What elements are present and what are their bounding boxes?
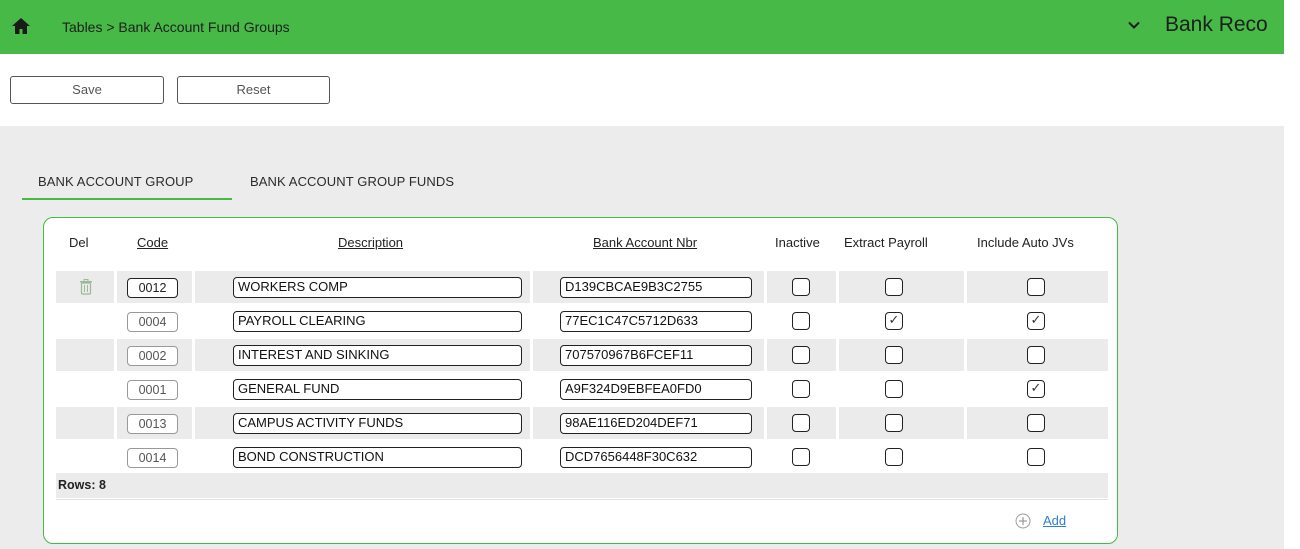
column-header-inactive: Inactive — [775, 235, 820, 250]
cell-divider — [836, 339, 839, 371]
code-field[interactable]: 0012 — [127, 278, 178, 298]
column-header-code[interactable]: Code — [137, 235, 168, 250]
toolbar: Save Reset — [0, 54, 1284, 126]
bank-account-nbr-field[interactable]: 98AE116ED204DEF71 — [560, 413, 752, 434]
column-header-include-auto-jvs: Include Auto JVs — [977, 235, 1074, 250]
cell-divider — [530, 271, 533, 303]
include-auto-jvs-checkbox[interactable]: ✓ — [1027, 312, 1045, 330]
code-field[interactable]: 0013 — [127, 414, 178, 434]
description-field[interactable]: GENERAL FUND — [233, 379, 522, 400]
include-auto-jvs-checkbox[interactable] — [1027, 448, 1045, 466]
bank-account-nbr-field[interactable]: A9F324D9EBFEA0FD0 — [560, 379, 752, 400]
cell-divider — [964, 339, 967, 371]
module-title[interactable]: Bank Reco — [1165, 13, 1284, 37]
reset-button[interactable]: Reset — [177, 76, 330, 104]
cell-divider — [764, 271, 767, 303]
code-field[interactable]: 0014 — [127, 448, 178, 468]
bank-account-nbr-field[interactable]: 77EC1C47C5712D633 — [560, 311, 752, 332]
cell-divider — [114, 339, 117, 371]
description-field[interactable]: WORKERS COMP — [233, 277, 522, 298]
extract-payroll-checkbox[interactable] — [885, 448, 903, 466]
include-auto-jvs-checkbox[interactable] — [1027, 414, 1045, 432]
cell-divider — [114, 271, 117, 303]
code-field[interactable]: 0001 — [127, 380, 178, 400]
chevron-down-icon[interactable] — [1127, 18, 1141, 32]
column-header-description[interactable]: Description — [338, 235, 403, 250]
code-field[interactable]: 0004 — [127, 312, 178, 332]
cell-divider — [764, 407, 767, 439]
column-header-extract-payroll: Extract Payroll — [844, 235, 928, 250]
cell-divider — [192, 339, 195, 371]
inactive-checkbox[interactable] — [792, 380, 810, 398]
include-auto-jvs-checkbox[interactable]: ✓ — [1027, 380, 1045, 398]
cell-divider — [836, 407, 839, 439]
column-header-bank-account-nbr[interactable]: Bank Account Nbr — [593, 235, 697, 250]
add-row-link[interactable]: Add — [1043, 513, 1066, 528]
plus-circle-icon[interactable] — [1015, 513, 1031, 529]
description-field[interactable]: INTEREST AND SINKING — [233, 345, 522, 366]
cell-divider — [764, 339, 767, 371]
inactive-checkbox[interactable] — [792, 448, 810, 466]
bank-account-nbr-field[interactable]: 707570967B6FCEF11 — [560, 345, 752, 366]
bank-account-nbr-field[interactable]: D139CBCAE9B3C2755 — [560, 277, 752, 298]
cell-divider — [192, 271, 195, 303]
column-header-del: Del — [69, 235, 89, 250]
extract-payroll-checkbox[interactable] — [885, 278, 903, 296]
description-field[interactable]: PAYROLL CLEARING — [233, 311, 522, 332]
inactive-checkbox[interactable] — [792, 312, 810, 330]
cell-divider — [964, 407, 967, 439]
cell-divider — [114, 407, 117, 439]
include-auto-jvs-checkbox[interactable] — [1027, 278, 1045, 296]
cell-divider — [530, 407, 533, 439]
active-tab-indicator — [22, 198, 232, 200]
inactive-checkbox[interactable] — [792, 346, 810, 364]
extract-payroll-checkbox[interactable] — [885, 380, 903, 398]
home-icon[interactable] — [11, 17, 31, 35]
header-bar: Tables > Bank Account Fund Groups Bank R… — [0, 0, 1284, 54]
description-field[interactable]: BOND CONSTRUCTION — [233, 447, 522, 468]
include-auto-jvs-checkbox[interactable] — [1027, 346, 1045, 364]
breadcrumb[interactable]: Tables > Bank Account Fund Groups — [62, 19, 290, 35]
tab-bank-account-group[interactable]: BANK ACCOUNT GROUP — [38, 174, 193, 189]
inactive-checkbox[interactable] — [792, 414, 810, 432]
description-field[interactable]: CAMPUS ACTIVITY FUNDS — [233, 413, 522, 434]
inactive-checkbox[interactable] — [792, 278, 810, 296]
rows-count: Rows: 8 — [56, 473, 1108, 498]
cell-divider — [530, 339, 533, 371]
trash-icon[interactable] — [79, 279, 93, 295]
extract-payroll-checkbox[interactable] — [885, 346, 903, 364]
tab-bank-account-group-funds[interactable]: BANK ACCOUNT GROUP FUNDS — [250, 174, 454, 189]
scrollbar-track — [1284, 0, 1300, 549]
extract-payroll-checkbox[interactable]: ✓ — [885, 312, 903, 330]
footer-divider — [56, 499, 1108, 500]
save-button[interactable]: Save — [10, 76, 164, 104]
bank-account-nbr-field[interactable]: DCD7656448F30C632 — [560, 447, 752, 468]
cell-divider — [964, 271, 967, 303]
extract-payroll-checkbox[interactable] — [885, 414, 903, 432]
cell-divider — [192, 407, 195, 439]
code-field[interactable]: 0002 — [127, 346, 178, 366]
cell-divider — [836, 271, 839, 303]
